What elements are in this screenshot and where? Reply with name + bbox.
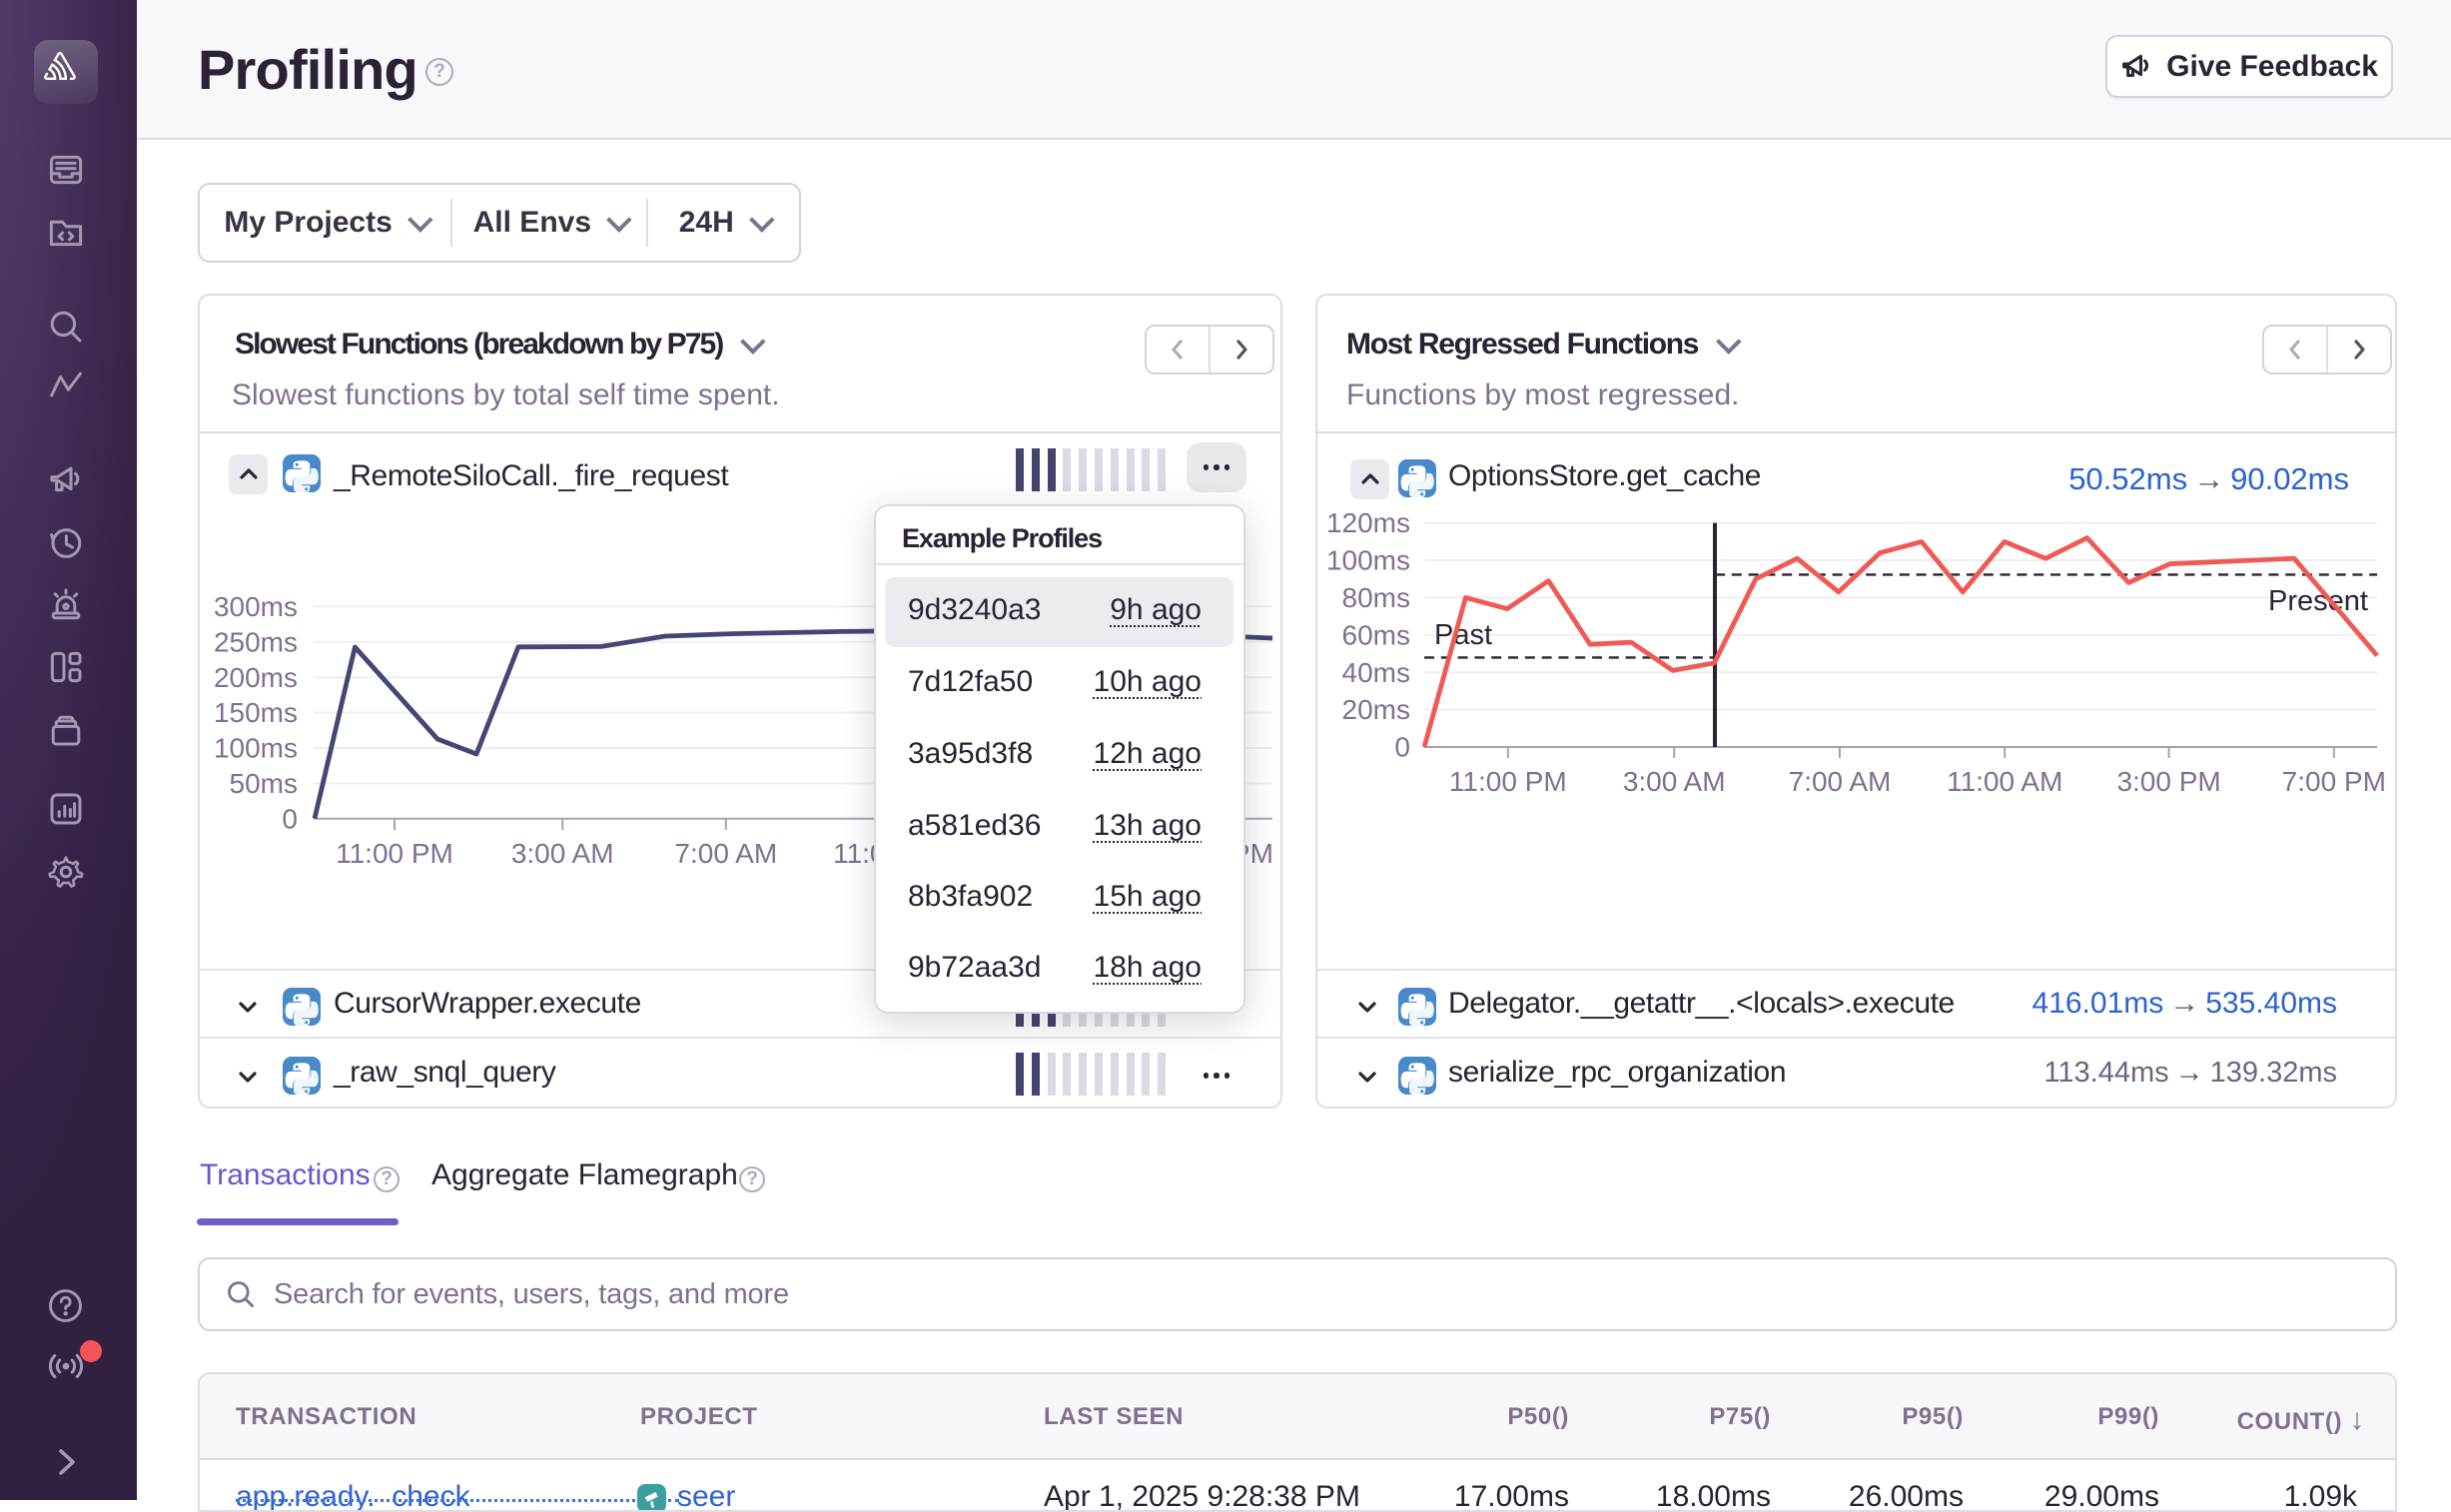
svg-text:3:00 AM: 3:00 AM bbox=[511, 838, 614, 869]
svg-text:40ms: 40ms bbox=[1342, 657, 1410, 688]
svg-text:0: 0 bbox=[1394, 732, 1410, 763]
svg-text:3:00 PM: 3:00 PM bbox=[2116, 766, 2220, 795]
svg-text:0: 0 bbox=[282, 804, 298, 835]
svg-text:200ms: 200ms bbox=[214, 662, 298, 693]
svg-text:60ms: 60ms bbox=[1342, 619, 1410, 650]
svg-text:150ms: 150ms bbox=[214, 697, 298, 728]
svg-text:100ms: 100ms bbox=[214, 733, 298, 764]
svg-text:250ms: 250ms bbox=[214, 626, 298, 657]
svg-text:11:00 PM: 11:00 PM bbox=[336, 838, 453, 869]
svg-text:7:00 AM: 7:00 AM bbox=[674, 838, 777, 869]
svg-text:120ms: 120ms bbox=[1326, 507, 1410, 538]
svg-text:100ms: 100ms bbox=[1326, 545, 1410, 576]
svg-text:3:00 AM: 3:00 AM bbox=[1623, 766, 1726, 795]
svg-text:11:00 PM: 11:00 PM bbox=[1449, 766, 1567, 795]
svg-text:11:00 AM: 11:00 AM bbox=[1947, 766, 2062, 795]
svg-text:20ms: 20ms bbox=[1342, 694, 1410, 725]
svg-text:80ms: 80ms bbox=[1342, 582, 1410, 613]
svg-text:7:00 PM: 7:00 PM bbox=[2282, 766, 2386, 795]
svg-text:Past: Past bbox=[1434, 619, 1492, 651]
svg-text:7:00 AM: 7:00 AM bbox=[1789, 766, 1892, 795]
svg-text:300ms: 300ms bbox=[214, 591, 298, 622]
svg-text:50ms: 50ms bbox=[230, 768, 298, 799]
